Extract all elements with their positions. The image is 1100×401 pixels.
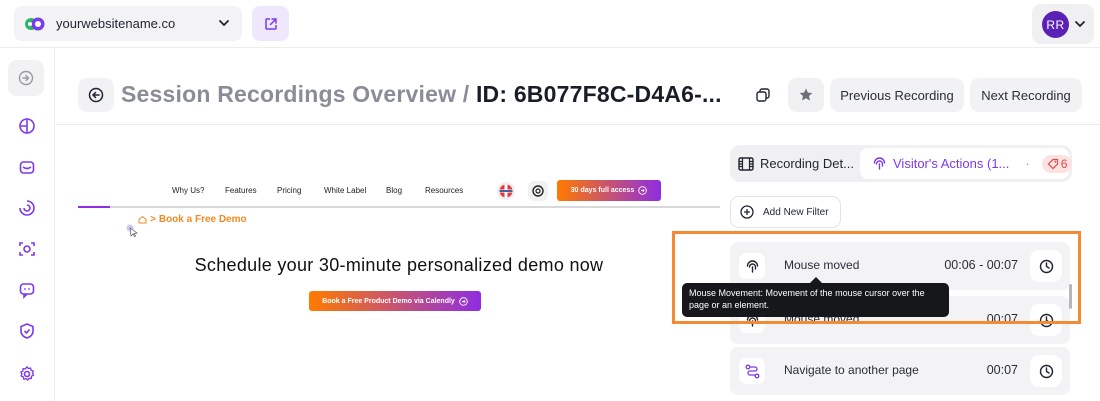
tab-recording-details[interactable]: Recording Det... [738, 145, 854, 182]
language-icon [528, 181, 548, 201]
plus-circle-icon [740, 205, 754, 219]
chevron-down-icon [218, 17, 230, 29]
add-filter-label: Add New Filter [763, 206, 829, 218]
tab-separator: · [1025, 156, 1030, 171]
previous-recording-button[interactable]: Previous Recording [830, 78, 964, 112]
tab-visitor-actions-label: Visitor's Actions (1... [893, 156, 1010, 171]
open-site-button[interactable] [252, 6, 289, 41]
arrow-left-circle-icon [88, 87, 104, 103]
star-icon [798, 87, 814, 103]
preview-nav-link: White Label [324, 186, 367, 195]
analytics-icon[interactable] [17, 198, 37, 218]
feedback-icon[interactable] [17, 280, 37, 300]
jump-to-time-button[interactable] [1030, 304, 1062, 336]
copy-icon [755, 87, 771, 103]
preview-breadcrumb: > Book a Free Demo [138, 214, 247, 225]
preview-demo-button: Book a Free Product Demo via Calendly [309, 291, 481, 311]
preview-cta-label: 30 days full access [570, 187, 635, 194]
website-selector[interactable]: yourwebsitename.co [14, 6, 242, 41]
recording-preview[interactable]: Why Us? Features Pricing White Label Blo… [78, 170, 720, 401]
preview-cta-button: 30 days full access [557, 180, 661, 201]
action-label: Mouse moved [784, 258, 860, 272]
copy-id-button[interactable] [751, 83, 775, 107]
clock-icon [1039, 313, 1054, 328]
page-title: Session Recordings Overview / ID: 6B077F… [121, 81, 722, 108]
action-tooltip: Mouse Movement: Movement of the mouse cu… [682, 283, 949, 317]
settings-icon[interactable] [17, 364, 37, 384]
recording-tabs: Recording Det... Visitor's Actions (1...… [730, 145, 1073, 182]
title-prefix: Session Recordings Overview / [121, 81, 470, 107]
site-name: yourwebsitename.co [56, 16, 176, 31]
cursor-icon [125, 223, 139, 237]
jump-to-time-button[interactable] [1030, 250, 1062, 282]
action-list-scrollbar[interactable] [1069, 284, 1072, 309]
tag-icon [1047, 158, 1059, 170]
preview-demo-label: Book a Free Product Demo via Calendly [322, 297, 455, 305]
jump-to-time-button[interactable] [1030, 355, 1062, 387]
arrow-right-circle-icon [459, 296, 468, 306]
avatar: RR [1042, 11, 1069, 38]
preview-nav-divider [78, 206, 720, 208]
back-button[interactable] [78, 78, 114, 112]
tab-visitor-actions[interactable]: Visitor's Actions (1... · 6 [860, 148, 1073, 179]
breadcrumb-separator: > [150, 214, 156, 225]
preview-nav-link: Blog [386, 186, 403, 195]
flag-icon [497, 182, 515, 200]
expand-icon [18, 70, 34, 86]
fingerprint-icon [739, 253, 765, 279]
film-icon [738, 156, 754, 171]
home-icon [138, 215, 147, 224]
fingerprint-icon [872, 156, 887, 171]
recording-id: ID: 6B077F8C-D4A6-... [475, 81, 722, 107]
route-icon [739, 358, 765, 384]
clock-icon [1039, 364, 1054, 379]
preview-nav-link: Features [225, 186, 257, 195]
chevron-down-icon [1074, 18, 1086, 30]
dashboard-icon[interactable] [17, 116, 37, 136]
action-time: 00:07 [986, 363, 1018, 377]
next-recording-button[interactable]: Next Recording [970, 78, 1082, 112]
preview-nav: Why Us? Features Pricing White Label Blo… [78, 170, 720, 208]
user-menu[interactable]: RR [1032, 4, 1094, 44]
add-filter-button[interactable]: Add New Filter [730, 196, 841, 228]
site-logo-icon [24, 17, 46, 31]
preview-nav-link: Pricing [277, 186, 302, 195]
tab-recording-details-label: Recording Det... [760, 156, 854, 171]
expand-sidebar-button[interactable] [8, 60, 44, 96]
action-time: 00:07 [986, 312, 1018, 326]
clock-icon [1039, 259, 1054, 274]
preview-nav-link: Why Us? [172, 186, 205, 195]
page-header: Session Recordings Overview / ID: 6B077F… [56, 48, 1100, 125]
alert-badge: 6 [1041, 154, 1073, 173]
favorite-button[interactable] [788, 78, 824, 112]
external-link-icon [264, 17, 278, 31]
alert-count: 6 [1060, 156, 1068, 171]
inbox-icon[interactable] [17, 157, 37, 177]
preview-breadcrumb-label: Book a Free Demo [158, 214, 247, 225]
preview-nav-link: Resources [425, 186, 464, 195]
arrow-right-circle-icon [638, 186, 647, 195]
recordings-icon[interactable] [17, 239, 37, 259]
shield-icon[interactable] [17, 321, 37, 341]
action-item[interactable]: Navigate to another page 00:07 [730, 347, 1070, 395]
preview-heading: Schedule your 30-minute personalized dem… [194, 255, 604, 275]
sidebar [0, 48, 55, 401]
action-label: Navigate to another page [784, 363, 919, 377]
action-time: 00:06 - 00:07 [944, 258, 1018, 272]
top-bar: yourwebsitename.co RR [0, 0, 1100, 48]
